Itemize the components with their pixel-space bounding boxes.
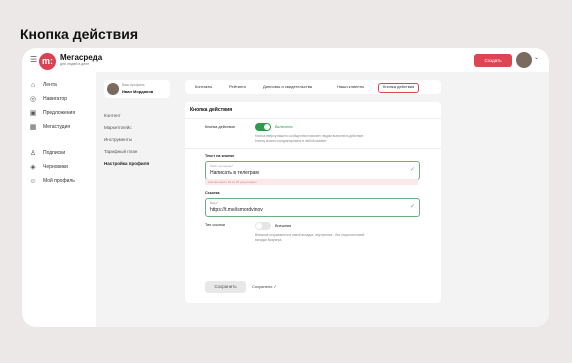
smile-icon: ☺ [29,177,37,185]
sidebar: ⌂ Лента ◎ Навигатор ▣ Предложения ▦ Мегастуд… [26,78,94,188]
sidebar-item-subscriptions[interactable]: ♙ Подписки [26,146,94,160]
saved-status: Сохранено ✓ [252,284,277,289]
logo[interactable]: m: [39,53,56,70]
sidebar-item-studio[interactable]: ▦ Мегастудия [26,120,94,134]
profile-card[interactable]: Ваш профиль Иван Морданов [104,80,170,98]
chevron-down-icon[interactable]: ⌄ [534,54,539,61]
avatar [107,83,119,95]
brand-name: Мегасреда [60,53,103,62]
sidebar-item-drafts[interactable]: ◈ Черновики [26,160,94,174]
home-icon: ⌂ [30,81,36,89]
menu-item-plan[interactable]: Тарифный план [104,146,174,158]
profile-name: Иван Морданов [122,89,154,94]
create-button[interactable]: Создать [474,54,512,67]
menu-item-profile-settings[interactable]: Настройка профиля [104,158,174,170]
menu-icon[interactable]: ☰ [30,56,37,64]
sidebar-item-profile[interactable]: ☺ Мой профиль [26,174,94,188]
add-user-icon: ♙ [29,150,37,157]
brand: Мегасреда для людей в деле [60,53,102,67]
save-button[interactable]: Сохранить [205,281,246,293]
compass-icon: ◎ [29,96,37,103]
menu-item-marketplace[interactable]: Маркетплейс [104,122,174,134]
brand-tagline: для людей в деле [60,62,90,66]
sidebar-item-offers[interactable]: ▣ Предложения [26,106,94,120]
app-window: ☰ m: Мегасреда для людей в деле Создать … [22,48,549,327]
sidebar-item-feed[interactable]: ⌂ Лента [26,78,94,92]
layers-icon: ◈ [30,164,36,171]
profile-caption: Ваш профиль [122,83,145,87]
menu-item-tools[interactable]: Инструменты [104,134,174,146]
page-title: Кнопка действия [20,26,138,42]
sidebar-item-navigator[interactable]: ◎ Навигатор [26,92,94,106]
grid-icon: ▦ [29,124,37,131]
menu-item-content[interactable]: Контент [104,110,174,122]
avatar[interactable] [516,52,532,68]
settings-menu: Контент Маркетплейс Инструменты Тарифный… [104,110,174,170]
briefcase-icon: ▣ [29,110,37,117]
